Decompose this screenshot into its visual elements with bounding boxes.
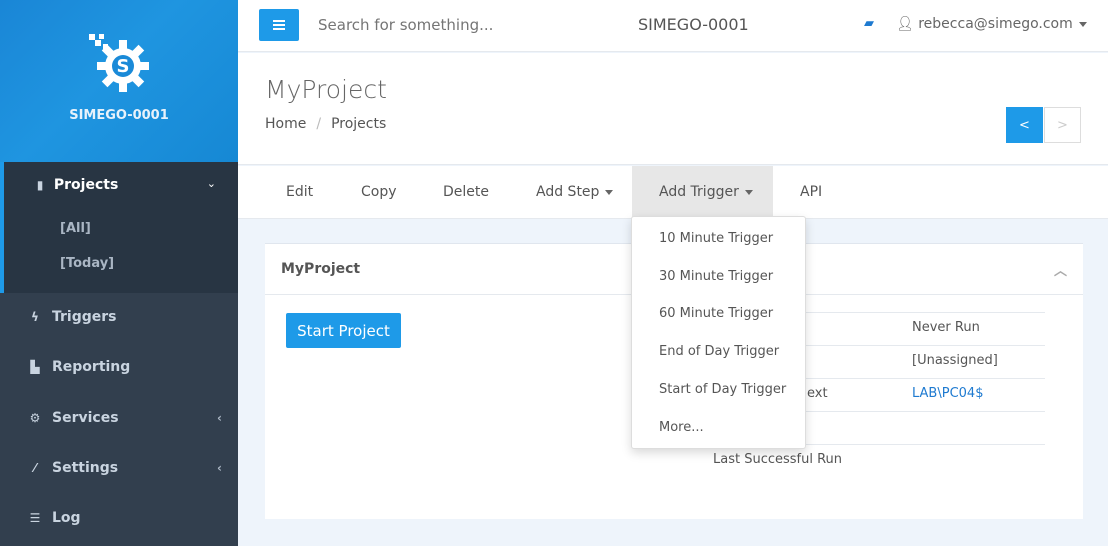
menu-item-60-minute-trigger[interactable]: 60 Minute Trigger: [659, 306, 773, 321]
sidebar-item-label: Log: [52, 510, 81, 526]
menu-item-end-of-day-trigger[interactable]: End of Day Trigger: [659, 344, 779, 359]
chevron-down-icon[interactable]: ⌄: [207, 177, 216, 190]
cogs-icon: ⚙: [29, 411, 41, 425]
next-button[interactable]: >: [1044, 107, 1081, 143]
sidebar-section-projects: ▮ Projects ⌄ [All] [Today]: [0, 162, 238, 293]
sidebar-item-settings[interactable]: ⁄ Settings ‹: [26, 460, 222, 476]
menu-item-more[interactable]: More...: [659, 420, 704, 435]
sidebar-item-label: Services: [52, 410, 119, 426]
chevron-left-icon: ‹: [217, 411, 222, 425]
sidebar-subitem-today[interactable]: [Today]: [60, 256, 114, 271]
add-trigger-button[interactable]: Add Trigger: [632, 166, 773, 219]
breadcrumb-projects[interactable]: Projects: [331, 116, 386, 132]
api-button[interactable]: API: [800, 166, 822, 219]
sidebar-item-label: Reporting: [52, 359, 131, 375]
add-step-button[interactable]: Add Step: [536, 166, 614, 219]
sidebar-item-projects[interactable]: ▮ Projects: [31, 177, 119, 193]
server-title: SIMEGO-0001: [638, 15, 749, 34]
toolbar: Edit Copy Delete Add Step Add Trigger AP…: [238, 166, 1108, 219]
magic-wand-icon: ⁄: [33, 461, 36, 475]
menu-item-10-minute-trigger[interactable]: 10 Minute Trigger: [659, 231, 773, 246]
assignment-value: [Unassigned]: [912, 353, 998, 368]
sidebar-item-triggers[interactable]: ϟ Triggers: [26, 309, 222, 325]
caret-down-icon: [744, 189, 753, 195]
brand: S SIMEGO-0001: [0, 0, 238, 162]
list-icon: ☰: [29, 511, 41, 525]
breadcrumb-home[interactable]: Home: [265, 116, 306, 132]
logo-icon: S: [0, 0, 238, 100]
context-label: ext: [807, 386, 828, 401]
sidebar-item-reporting[interactable]: ▙ Reporting: [26, 359, 222, 375]
bolt-icon: ϟ: [31, 310, 39, 324]
prev-button[interactable]: <: [1006, 107, 1043, 143]
hamburger-icon: [273, 20, 285, 30]
book-icon: ▮: [36, 178, 44, 192]
panel-title: MyProject: [281, 261, 361, 277]
chevron-up-icon[interactable]: ︿: [1054, 260, 1067, 279]
copy-button[interactable]: Copy: [361, 166, 397, 219]
menu-item-start-of-day-trigger[interactable]: Start of Day Trigger: [659, 382, 786, 397]
sidebar-item-label: Triggers: [52, 309, 117, 325]
sidebar-item-services[interactable]: ⚙ Services ‹: [26, 410, 222, 426]
add-step-label: Add Step: [536, 184, 600, 200]
bar-chart-icon: ▙: [30, 360, 40, 374]
context-value-link[interactable]: LAB\PC04$: [912, 386, 983, 401]
sidebar-subitem-all[interactable]: [All]: [60, 221, 91, 236]
user-email: rebecca@simego.com: [918, 16, 1073, 32]
svg-text:S: S: [117, 56, 130, 77]
chevron-left-icon: ‹: [217, 461, 222, 475]
status-value: Never Run: [912, 320, 980, 335]
edit-button[interactable]: Edit: [286, 166, 313, 219]
book-icon[interactable]: ▰: [864, 16, 874, 31]
sidebar-item-label: Projects: [53, 177, 119, 193]
sidebar-item-label: Settings: [52, 460, 119, 476]
sidebar-item-log[interactable]: ☰ Log: [26, 510, 222, 526]
page-header: MyProject Home / Projects < >: [238, 53, 1108, 165]
start-project-button[interactable]: Start Project: [286, 313, 401, 348]
delete-button[interactable]: Delete: [443, 166, 489, 219]
last-successful-run-label: Last Successful Run: [713, 452, 843, 467]
add-trigger-dropdown: 10 Minute Trigger 30 Minute Trigger 60 M…: [631, 216, 806, 449]
brand-name: SIMEGO-0001: [69, 108, 169, 123]
user-menu[interactable]: 👤︎ rebecca@simego.com: [896, 16, 1087, 32]
add-trigger-label: Add Trigger: [659, 184, 739, 200]
breadcrumb: Home / Projects: [265, 116, 387, 132]
sidebar: S SIMEGO-0001 ▮ Projects ⌄ [All] [Today]…: [0, 0, 238, 546]
menu-toggle-button[interactable]: [259, 9, 299, 41]
search-input[interactable]: [318, 16, 598, 34]
caret-down-icon: [605, 189, 614, 195]
user-icon: 👤︎: [896, 16, 914, 32]
caret-down-icon: [1078, 21, 1087, 27]
top-bar: SIMEGO-0001 ▰ 👤︎ rebecca@simego.com: [238, 0, 1108, 52]
page-title: MyProject: [265, 75, 387, 104]
menu-item-30-minute-trigger[interactable]: 30 Minute Trigger: [659, 269, 773, 284]
